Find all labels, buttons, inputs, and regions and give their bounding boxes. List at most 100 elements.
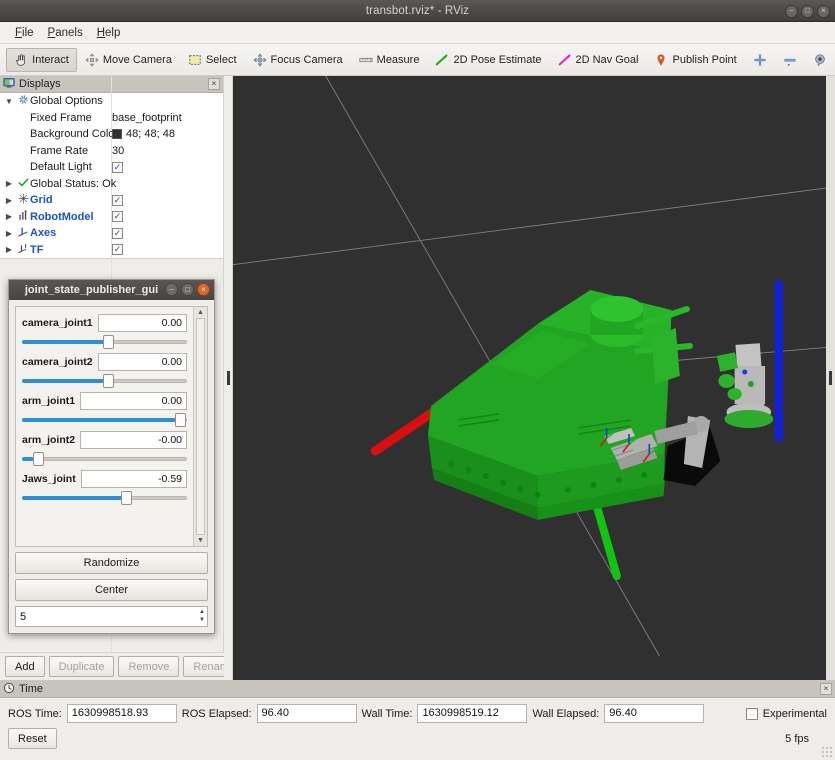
jsp-close-button[interactable]: × bbox=[197, 283, 210, 296]
default-light-checkbox[interactable]: ✓ bbox=[112, 161, 123, 173]
tool-publish-point[interactable]: Publish Point bbox=[646, 48, 744, 72]
display-row-robotmodel[interactable]: ▶ RobotModel ✓ bbox=[0, 209, 223, 226]
joint-value-arm-joint1[interactable]: 0.00 bbox=[80, 392, 187, 410]
randomize-button[interactable]: Randomize bbox=[15, 552, 208, 574]
slider-fill bbox=[22, 340, 108, 344]
time-panel-close-button[interactable]: × bbox=[820, 683, 832, 695]
background-color-value-cell[interactable]: 48; 48; 48 bbox=[112, 128, 175, 140]
center-button[interactable]: Center bbox=[15, 579, 208, 601]
experimental-toggle[interactable]: Experimental bbox=[745, 707, 827, 720]
pose-estimate-icon bbox=[435, 53, 449, 67]
grid-checkbox[interactable]: ✓ bbox=[112, 194, 123, 206]
joint-name-jaws-joint: Jaws_joint bbox=[22, 473, 76, 485]
expander-icon[interactable]: ▶ bbox=[2, 212, 16, 221]
slider-handle[interactable] bbox=[102, 374, 114, 388]
tool-focus-camera[interactable]: Focus Camera bbox=[245, 48, 351, 72]
display-row-grid[interactable]: ▶ Grid ✓ bbox=[0, 192, 223, 209]
joint-slider-camera-joint2[interactable] bbox=[22, 373, 187, 389]
joint-slider-jaws-joint[interactable] bbox=[22, 490, 187, 506]
spinbox-down-icon[interactable]: ▼ bbox=[199, 616, 205, 624]
tool-interact[interactable]: Interact bbox=[6, 47, 77, 72]
display-row-default-light[interactable]: Default Light ✓ bbox=[0, 159, 223, 176]
reset-button[interactable]: Reset bbox=[8, 728, 57, 749]
axes-checkbox[interactable]: ✓ bbox=[112, 227, 123, 239]
displays-icon bbox=[3, 77, 15, 92]
slider-handle[interactable] bbox=[32, 452, 44, 466]
robotmodel-enabled-cell[interactable]: ✓ bbox=[112, 211, 123, 223]
joint-row-arm-joint1: arm_joint1 0.00 bbox=[22, 392, 187, 428]
menu-help[interactable]: Help bbox=[90, 25, 128, 41]
display-row-global-options[interactable]: ▼ Global Options bbox=[0, 93, 223, 110]
axes-enabled-cell[interactable]: ✓ bbox=[112, 227, 123, 239]
window-close-button[interactable]: × bbox=[817, 4, 830, 18]
tf-checkbox[interactable]: ✓ bbox=[112, 244, 123, 256]
add-tool-button[interactable] bbox=[745, 48, 775, 72]
expander-icon[interactable]: ▶ bbox=[2, 196, 16, 205]
display-row-tf[interactable]: ▶ TF ✓ bbox=[0, 242, 223, 259]
frame-rate-value-cell[interactable]: 30 bbox=[112, 145, 124, 157]
resize-grip[interactable] bbox=[821, 746, 833, 758]
tool-select[interactable]: Select bbox=[180, 48, 245, 72]
add-display-button[interactable]: Add bbox=[5, 656, 45, 677]
scroll-down-icon[interactable]: ▼ bbox=[197, 537, 204, 544]
spinbox-arrows[interactable]: ▲ ▼ bbox=[199, 608, 205, 624]
jsp-vertical-scrollbar[interactable]: ▲ ▼ bbox=[193, 307, 207, 546]
experimental-label: Experimental bbox=[762, 707, 827, 720]
tool-2d-pose-estimate[interactable]: 2D Pose Estimate bbox=[427, 48, 549, 72]
ros-time-input[interactable]: 1630998518.93 bbox=[66, 704, 177, 723]
joint-slider-camera-joint1[interactable] bbox=[22, 334, 187, 350]
expander-icon[interactable]: ▶ bbox=[2, 179, 16, 188]
expander-icon[interactable]: ▶ bbox=[2, 245, 16, 254]
display-row-fixed-frame[interactable]: Fixed Frame base_footprint bbox=[0, 110, 223, 127]
main-area: Displays × ▼ Global Options Fixed Frame … bbox=[0, 76, 835, 680]
slider-handle[interactable] bbox=[102, 335, 114, 349]
tool-move-camera[interactable]: Move Camera bbox=[77, 48, 180, 72]
expander-icon[interactable]: ▶ bbox=[2, 229, 16, 238]
experimental-checkbox[interactable] bbox=[745, 707, 758, 720]
tool-select-label: Select bbox=[205, 53, 237, 66]
window-maximize-button[interactable]: □ bbox=[801, 4, 814, 18]
display-row-global-status[interactable]: ▶ Global Status: Ok bbox=[0, 176, 223, 193]
display-row-frame-rate[interactable]: Frame Rate 30 bbox=[0, 143, 223, 160]
scroll-up-icon[interactable]: ▲ bbox=[197, 309, 204, 316]
duplicate-display-button[interactable]: Duplicate bbox=[48, 656, 115, 677]
spinbox-up-icon[interactable]: ▲ bbox=[199, 608, 205, 616]
menu-file[interactable]: File bbox=[8, 25, 41, 41]
joint-slider-arm-joint2[interactable] bbox=[22, 451, 187, 467]
tool-measure[interactable]: Measure bbox=[351, 48, 428, 72]
jsp-maximize-button[interactable]: □ bbox=[181, 283, 194, 296]
remove-display-button[interactable]: Remove bbox=[118, 656, 180, 677]
minus-icon bbox=[783, 53, 797, 67]
display-row-background-color[interactable]: Background Color 48; 48; 48 bbox=[0, 126, 223, 143]
menu-panels[interactable]: Panels bbox=[41, 25, 90, 41]
display-row-axes[interactable]: ▶ Axes ✓ bbox=[0, 225, 223, 242]
joint-slider-arm-joint1[interactable] bbox=[22, 412, 187, 428]
wall-time-input[interactable]: 1630998519.12 bbox=[417, 704, 528, 723]
joint-line: Jaws_joint -0.59 bbox=[22, 470, 187, 488]
3d-viewport[interactable] bbox=[233, 76, 826, 680]
jsp-minimize-button[interactable]: – bbox=[165, 283, 178, 296]
ros-elapsed-input[interactable]: 96.40 bbox=[256, 704, 357, 723]
slider-handle[interactable] bbox=[120, 491, 132, 505]
scrollbar-thumb[interactable] bbox=[196, 318, 205, 535]
left-splitter-handle[interactable] bbox=[224, 76, 233, 680]
right-splitter-handle[interactable] bbox=[826, 76, 835, 680]
window-minimize-button[interactable]: – bbox=[785, 4, 798, 18]
grid-enabled-cell[interactable]: ✓ bbox=[112, 194, 123, 206]
joint-value-camera-joint1[interactable]: 0.00 bbox=[97, 314, 187, 332]
tf-enabled-cell[interactable]: ✓ bbox=[112, 244, 123, 256]
tool-properties-button[interactable] bbox=[805, 48, 835, 72]
robotmodel-checkbox[interactable]: ✓ bbox=[112, 211, 123, 223]
displays-panel-close-button[interactable]: × bbox=[208, 78, 220, 90]
default-light-value-cell[interactable]: ✓ bbox=[112, 161, 123, 173]
joint-value-arm-joint2[interactable]: -0.00 bbox=[80, 431, 187, 449]
tool-2d-nav-goal[interactable]: 2D Nav Goal bbox=[550, 48, 647, 72]
joint-value-camera-joint2[interactable]: 0.00 bbox=[97, 353, 187, 371]
fixed-frame-value-cell[interactable]: base_footprint bbox=[112, 112, 182, 124]
remove-tool-button[interactable] bbox=[775, 48, 805, 72]
expander-icon[interactable]: ▼ bbox=[2, 97, 16, 106]
publish-rate-spinbox[interactable]: 5 ▲ ▼ bbox=[15, 606, 208, 627]
wall-elapsed-input[interactable]: 96.40 bbox=[604, 704, 705, 723]
joint-value-jaws-joint[interactable]: -0.59 bbox=[80, 470, 187, 488]
slider-handle[interactable] bbox=[175, 413, 187, 427]
